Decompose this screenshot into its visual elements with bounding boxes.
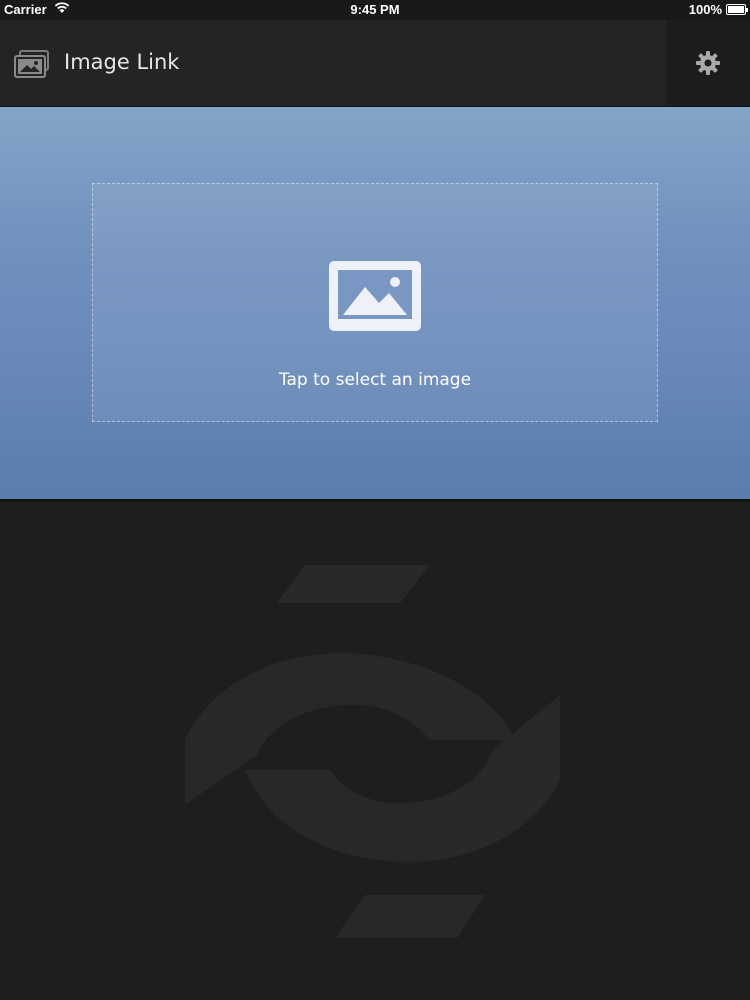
photo-icon — [329, 261, 421, 335]
battery-icon — [726, 4, 748, 15]
select-image-prompt: Tap to select an image — [278, 370, 472, 390]
navigation-bar: Image Link — [0, 20, 750, 107]
image-picker-panel: Tap to select an image — [0, 107, 750, 503]
status-bar: Carrier 9:45 PM 100% — [0, 0, 750, 20]
settings-button[interactable] — [666, 20, 750, 106]
eye-swirl-logo — [185, 565, 565, 949]
stacked-photos-icon — [14, 50, 50, 82]
gear-icon — [696, 51, 720, 75]
page-title: Image Link — [64, 50, 180, 74]
battery-percentage: 100% — [688, 2, 722, 17]
status-time: 9:45 PM — [350, 2, 400, 17]
select-image-dropzone[interactable]: Tap to select an image — [92, 183, 658, 422]
